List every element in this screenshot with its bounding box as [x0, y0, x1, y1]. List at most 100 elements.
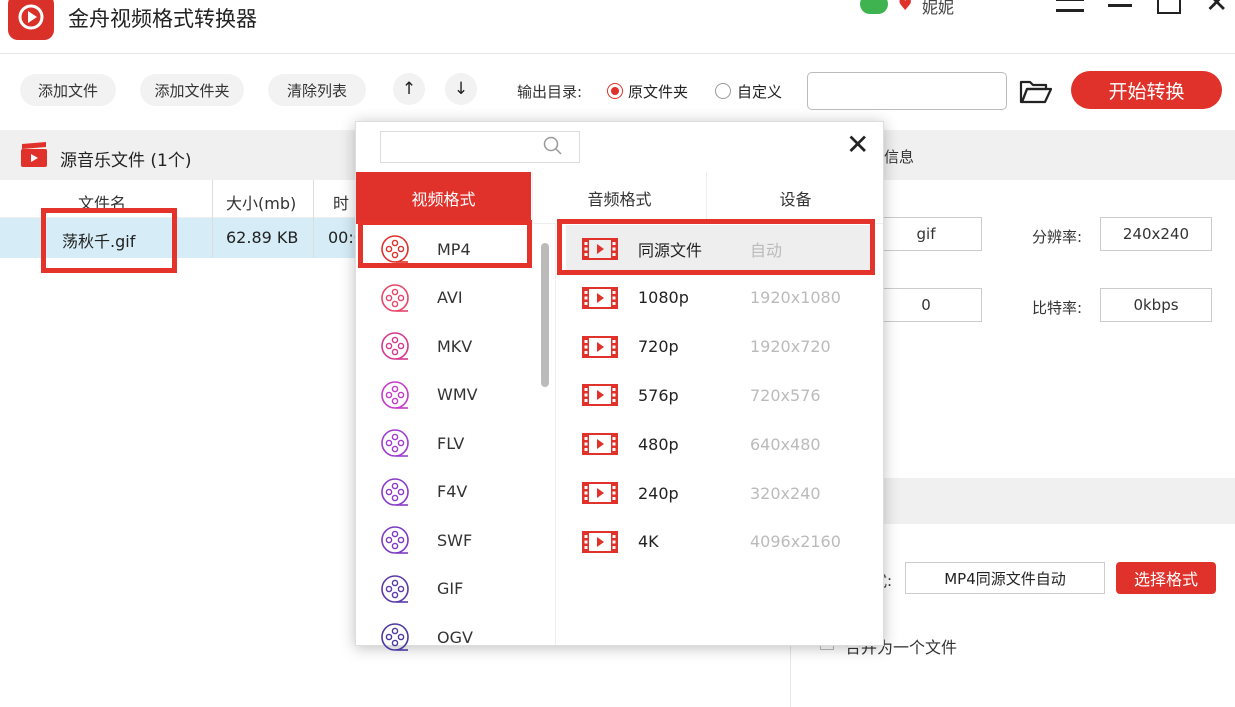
- preset-resolution: 1920x1080: [750, 288, 841, 308]
- format-label: GIF: [437, 579, 464, 598]
- video-play-icon: [582, 433, 618, 456]
- preset-item[interactable]: 同源文件 自动: [566, 225, 871, 273]
- original-folder-label[interactable]: 原文件夹: [628, 81, 688, 102]
- preset-label: 240p: [638, 483, 679, 503]
- start-convert-button[interactable]: 开始转换: [1071, 71, 1222, 109]
- search-icon[interactable]: [543, 136, 563, 156]
- film-reel-icon: [380, 477, 410, 507]
- menu-icon[interactable]: [1056, 0, 1084, 14]
- add-folder-button[interactable]: 添加文件夹: [140, 74, 244, 106]
- format-label: F4V: [437, 482, 468, 501]
- format-label: SWF: [437, 530, 473, 550]
- resolution-value-box: 240x240: [1100, 217, 1212, 251]
- maximize-icon[interactable]: [1157, 0, 1181, 14]
- preset-label: 480p: [638, 434, 679, 454]
- preset-item[interactable]: 720p 1920x720: [566, 323, 871, 371]
- app-title: 金舟视频格式转换器: [68, 7, 257, 31]
- format-label: WMV: [437, 385, 478, 404]
- tab-audio-format[interactable]: 音频格式: [532, 172, 707, 224]
- format-value-box: gif: [870, 217, 982, 251]
- minimize-icon[interactable]: [1108, 4, 1132, 7]
- video-play-icon: [582, 384, 618, 407]
- close-popup-icon[interactable]: ✕: [846, 130, 869, 160]
- preset-item[interactable]: 1080p 1920x1080: [566, 274, 871, 322]
- column-divider: [212, 180, 213, 258]
- preset-resolution: 320x240: [750, 483, 821, 503]
- wechat-icon[interactable]: [860, 0, 888, 14]
- preset-resolution: 640x480: [750, 434, 821, 454]
- move-up-button[interactable]: ↑: [393, 73, 425, 105]
- vip-icon: ♥: [898, 0, 913, 14]
- move-down-button[interactable]: ↓: [445, 73, 477, 105]
- format-item-swf[interactable]: SWF: [356, 516, 540, 564]
- info-panel-title: 信息: [884, 148, 915, 166]
- film-reel-icon: [380, 331, 410, 361]
- preset-item[interactable]: 576p 720x576: [566, 371, 871, 419]
- format-label: OGV: [437, 627, 473, 647]
- output-format-box: MP4同源文件自动: [905, 562, 1105, 594]
- column-divider: [313, 180, 314, 258]
- add-file-button[interactable]: 添加文件: [20, 74, 116, 106]
- clear-list-button[interactable]: 清除列表: [268, 74, 366, 106]
- preset-label: 同源文件: [638, 241, 703, 260]
- radio-custom-folder[interactable]: [715, 83, 731, 99]
- format-item-f4v[interactable]: F4V: [356, 468, 540, 516]
- output-dir-input[interactable]: [807, 72, 1007, 110]
- film-reel-icon: [380, 622, 410, 652]
- preset-label: 4K: [638, 532, 659, 552]
- preset-label: 720p: [638, 337, 679, 357]
- resolution-label: 分辨率:: [1032, 228, 1083, 246]
- source-panel-title: 源音乐文件 (1个): [60, 151, 192, 171]
- tab-device[interactable]: 设备: [708, 172, 883, 224]
- video-play-icon: [582, 335, 618, 358]
- preset-item[interactable]: 480p 640x480: [566, 420, 871, 468]
- radio-original-folder[interactable]: [607, 83, 623, 99]
- preset-label: 576p: [638, 385, 679, 405]
- film-reel-icon: [380, 574, 410, 604]
- video-play-icon: [582, 482, 618, 504]
- format-item-avi[interactable]: AVI: [356, 274, 540, 322]
- cell-size: 62.89 KB: [226, 228, 299, 247]
- output-dir-label: 输出目录:: [517, 83, 583, 101]
- preset-resolution: 4096x2160: [750, 532, 841, 552]
- highlight-box-mp4: [358, 220, 532, 268]
- arrow-up-icon: ↑: [401, 79, 417, 99]
- bitrate-label: 比特率:: [1032, 299, 1083, 317]
- video-play-icon: [582, 238, 618, 260]
- format-item-flv[interactable]: FLV: [356, 419, 540, 467]
- format-label: AVI: [437, 288, 463, 307]
- column-header-size: 大小(mb): [226, 194, 297, 213]
- scrollbar-thumb[interactable]: [541, 243, 549, 387]
- preset-resolution: 720x576: [750, 385, 821, 405]
- custom-folder-label[interactable]: 自定义: [737, 81, 782, 102]
- bitrate-value-box: 0kbps: [1100, 288, 1212, 322]
- arrow-down-icon: ↓: [453, 79, 469, 99]
- format-item-mkv[interactable]: MKV: [356, 322, 540, 370]
- second-value-box: 0: [870, 288, 982, 322]
- open-folder-icon[interactable]: [1018, 76, 1053, 106]
- preset-label: 1080p: [638, 288, 689, 308]
- film-reel-icon: [380, 283, 410, 313]
- select-format-button[interactable]: 选择格式: [1116, 562, 1216, 594]
- column-header-duration: 时: [333, 194, 350, 213]
- format-item-wmv[interactable]: WMV: [356, 371, 540, 419]
- film-reel-icon: [380, 428, 410, 458]
- highlight-box-file: [41, 208, 177, 273]
- format-label: MKV: [437, 336, 473, 356]
- tab-video-format[interactable]: 视频格式: [356, 172, 531, 224]
- preset-resolution: 自动: [750, 241, 783, 260]
- video-play-icon: [582, 286, 618, 309]
- preset-resolution: 1920x720: [750, 337, 831, 357]
- close-window-icon[interactable]: ✕: [1205, 0, 1228, 17]
- user-name[interactable]: 妮妮: [922, 0, 954, 18]
- preset-item[interactable]: 4K 4096x2160: [566, 518, 871, 566]
- format-item-gif[interactable]: GIF: [356, 565, 540, 613]
- clapperboard-icon: [20, 142, 48, 168]
- format-label: FLV: [437, 433, 465, 453]
- format-item-ogv[interactable]: OGV: [356, 613, 540, 661]
- app-logo-icon: [8, 0, 54, 40]
- video-play-icon: [582, 530, 618, 553]
- film-reel-icon: [380, 525, 410, 555]
- film-reel-icon: [380, 380, 410, 410]
- preset-item[interactable]: 240p 320x240: [566, 469, 871, 517]
